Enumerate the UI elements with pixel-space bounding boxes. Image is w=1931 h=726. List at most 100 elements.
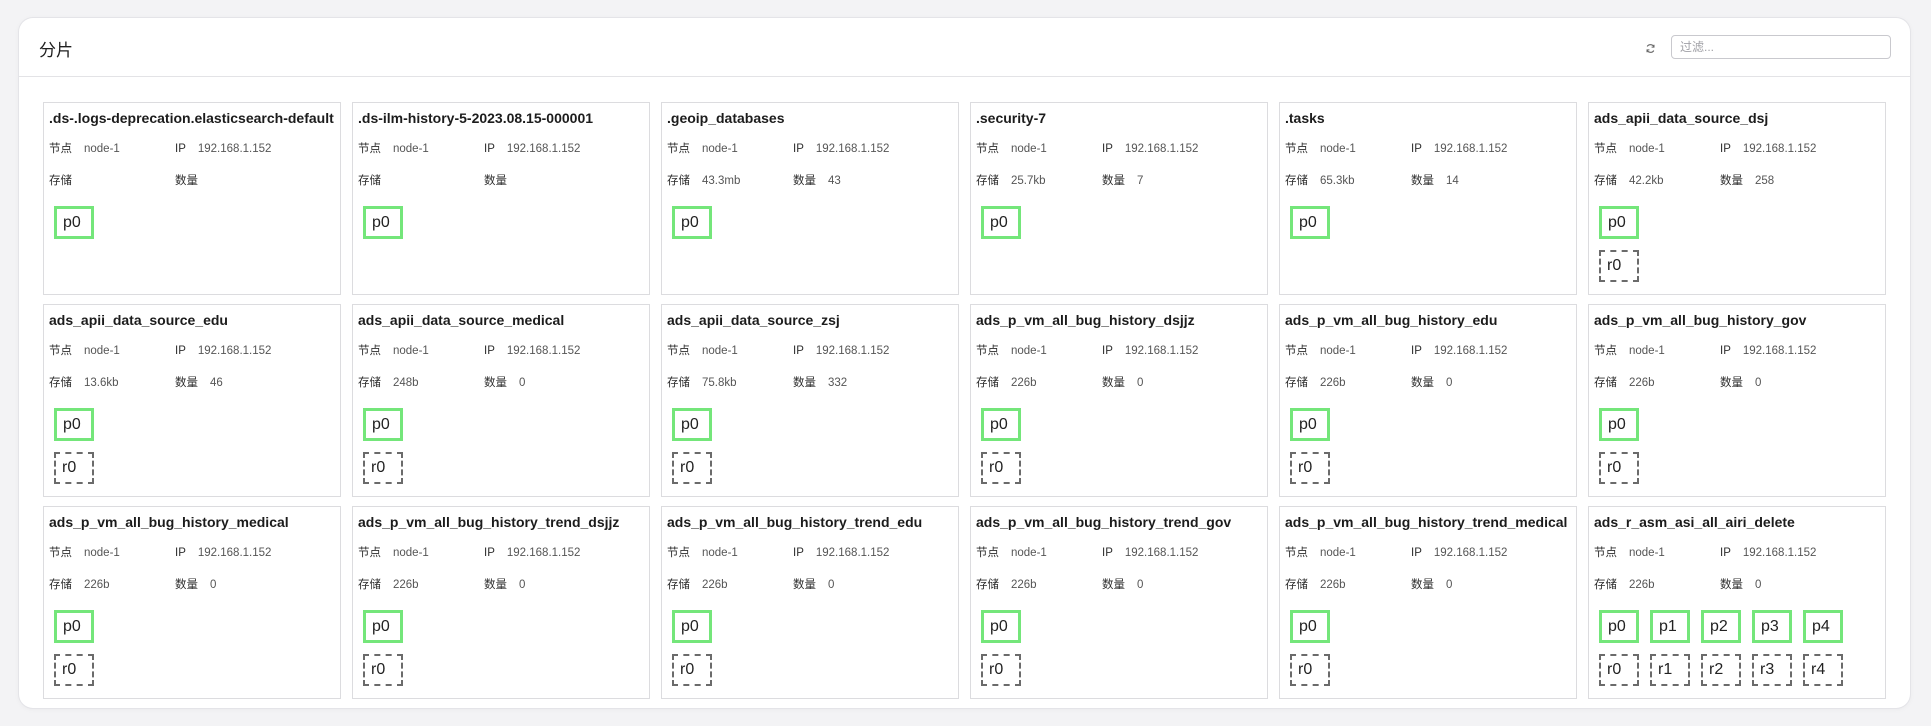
primary-shard[interactable]: p0 [981,206,1021,239]
replica-shard-row: r0 [1599,250,1879,283]
shard-list: p0 r0 [363,610,643,687]
storage-field: 存储 43.3mb [667,173,793,189]
primary-shard[interactable]: p0 [54,206,94,239]
primary-shard[interactable]: p0 [363,610,403,643]
ip-value: 192.168.1.152 [1433,345,1508,357]
ip-field: IP 192.168.1.152 [1102,141,1198,157]
primary-shard[interactable]: p1 [1650,610,1690,643]
info-row-stats: 存储 数量 [358,173,643,189]
replica-shard[interactable]: r0 [1290,654,1330,686]
node-field: 节点 node-1 [49,141,175,157]
node-field: 节点 node-1 [1285,141,1411,157]
replica-shard[interactable]: r4 [1803,654,1843,686]
shard-list: p0 [981,206,1261,239]
primary-shard[interactable]: p0 [54,408,94,441]
index-card: .security-7 节点 node-1 IP 192.168.1.152 存储 25.7… [970,102,1268,295]
info-row-stats: 存储 25.7kb 数量 7 [976,173,1261,189]
replica-shard[interactable]: r0 [981,654,1021,686]
count-label: 数量 [1102,579,1125,591]
index-name: .ds-.logs-deprecation.elasticsearch-defa… [49,110,334,126]
replica-shard[interactable]: r1 [1650,654,1690,686]
storage-value: 248b [393,377,419,389]
replica-shard[interactable]: r0 [54,654,94,686]
primary-shard[interactable]: p0 [54,610,94,643]
shard-grid: .ds-.logs-deprecation.elasticsearch-defa… [43,102,1886,699]
primary-shard[interactable]: p0 [1599,206,1639,239]
count-field: 数量 0 [1102,375,1143,391]
primary-shard[interactable]: p2 [1701,610,1741,643]
replica-shard[interactable]: r0 [363,654,403,686]
index-name: ads_p_vm_all_bug_history_trend_medical [1285,514,1568,530]
primary-shard[interactable]: p4 [1803,610,1843,643]
node-value: node-1 [1629,143,1665,155]
storage-label: 存储 [667,377,690,389]
primary-shard[interactable]: p0 [1290,408,1330,441]
primary-shard[interactable]: p0 [363,206,403,239]
storage-field: 存储 226b [1285,577,1411,593]
primary-shard[interactable]: p0 [363,408,403,441]
primary-shard[interactable]: p0 [1599,408,1639,441]
info-row-location: 节点 node-1 IP 192.168.1.152 [49,343,334,359]
storage-value: 226b [393,579,419,591]
ip-label: IP [484,143,495,155]
primary-shard[interactable]: p0 [1290,610,1330,643]
primary-shard[interactable]: p0 [981,610,1021,643]
ip-value: 192.168.1.152 [197,345,272,357]
node-field: 节点 node-1 [1594,343,1720,359]
index-card: ads_r_asm_asi_all_airi_delete 节点 node-1 IP 1… [1588,506,1886,699]
count-value: 43 [828,175,841,187]
primary-shard-row: p0 [1290,408,1570,441]
count-label: 数量 [1411,377,1434,389]
count-field: 数量 0 [1411,577,1452,593]
primary-shard[interactable]: p0 [1599,610,1639,643]
replica-shard[interactable]: r3 [1752,654,1792,686]
node-label: 节点 [358,143,381,155]
replica-shard[interactable]: r2 [1701,654,1741,686]
primary-shard[interactable]: p0 [672,408,712,441]
filter-input[interactable] [1671,35,1891,59]
node-value: node-1 [1629,547,1665,559]
ip-value: 192.168.1.152 [506,547,581,559]
index-name: ads_p_vm_all_bug_history_trend_gov [976,514,1232,530]
ip-field: IP 192.168.1.152 [484,141,580,157]
primary-shard[interactable]: p0 [1290,206,1330,239]
refresh-button[interactable] [1641,39,1659,57]
ip-label: IP [1411,345,1422,357]
storage-value: 226b [1629,377,1655,389]
storage-field: 存储 226b [667,577,793,593]
primary-shard[interactable]: p0 [672,206,712,239]
count-value: 46 [210,377,223,389]
index-card: ads_apii_data_source_edu 节点 node-1 IP 192.16… [43,304,341,497]
primary-shard[interactable]: p0 [672,610,712,643]
index-card: ads_apii_data_source_zsj 节点 node-1 IP 192.16… [661,304,959,497]
info-row-location: 节点 node-1 IP 192.168.1.152 [976,141,1261,157]
ip-label: IP [1102,143,1113,155]
count-field: 数量 0 [1720,375,1761,391]
replica-shard-row: r0 [1599,452,1879,485]
info-row-location: 节点 node-1 IP 192.168.1.152 [1285,545,1570,561]
replica-shard[interactable]: r0 [672,654,712,686]
primary-shard-row: p0 [54,408,334,441]
count-label: 数量 [1102,377,1125,389]
index-name: .tasks [1285,110,1325,126]
primary-shard[interactable]: p3 [1752,610,1792,643]
replica-shard-row: r0 [54,452,334,485]
count-value: 0 [1137,377,1144,389]
replica-shard[interactable]: r0 [1599,250,1639,282]
node-label: 节点 [976,345,999,357]
ip-field: IP 192.168.1.152 [793,545,889,561]
storage-field: 存储 13.6kb [49,375,175,391]
index-name: ads_p_vm_all_bug_history_edu [1285,312,1498,328]
replica-shard[interactable]: r0 [1599,654,1639,686]
info-row-stats: 存储 226b 数量 0 [1594,375,1879,391]
replica-shard[interactable]: r0 [1290,452,1330,484]
primary-shard-row: p0 [981,408,1261,441]
replica-shard[interactable]: r0 [1599,452,1639,484]
count-field: 数量 0 [484,577,525,593]
replica-shard[interactable]: r0 [981,452,1021,484]
primary-shard[interactable]: p0 [981,408,1021,441]
replica-shard[interactable]: r0 [363,452,403,484]
storage-label: 存储 [1285,377,1308,389]
replica-shard[interactable]: r0 [672,452,712,484]
replica-shard[interactable]: r0 [54,452,94,484]
